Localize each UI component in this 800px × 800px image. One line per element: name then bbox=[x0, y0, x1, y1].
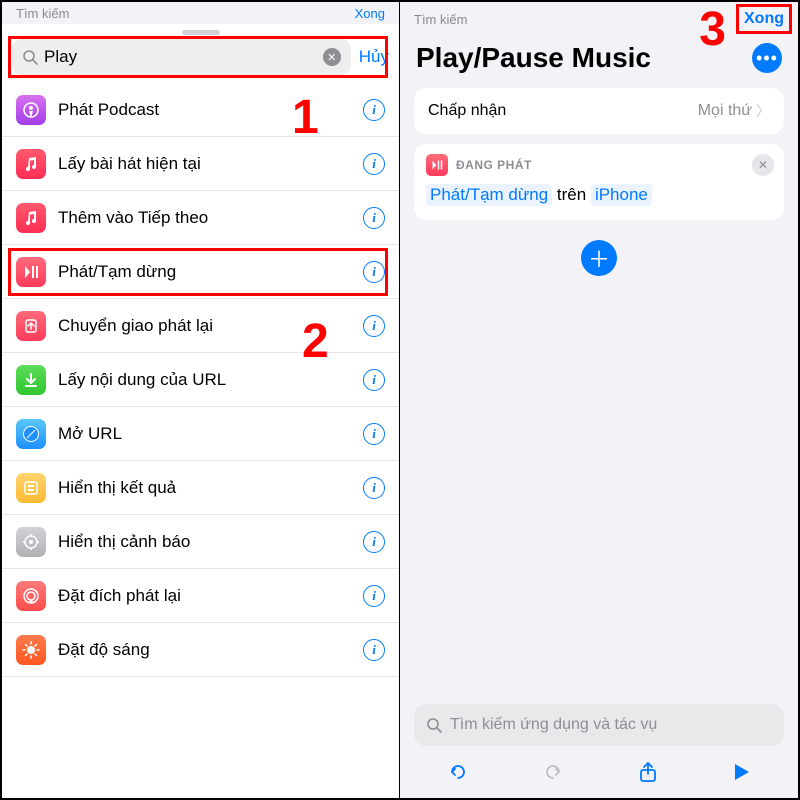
action-header: ĐANG PHÁT bbox=[456, 158, 532, 172]
play-pause-icon bbox=[426, 154, 448, 176]
action-label: Phát Podcast bbox=[58, 100, 351, 120]
accept-value: Mọi thứ bbox=[698, 102, 752, 120]
info-icon[interactable]: i bbox=[363, 531, 385, 553]
info-icon[interactable]: i bbox=[363, 315, 385, 337]
action-label: Phát/Tạm dừng bbox=[58, 262, 351, 282]
done-label-peek: Xong bbox=[355, 6, 385, 21]
back-label-peek: Tìm kiếm bbox=[414, 12, 467, 27]
sheet-grabber[interactable] bbox=[182, 30, 220, 35]
action-label: Đặt độ sáng bbox=[58, 640, 351, 660]
shortcut-editor-panel: Tìm kiếm Xong Play/Pause Music ••• Chấp … bbox=[400, 2, 798, 798]
action-row-get-url-contents[interactable]: Lấy nội dung của URL i bbox=[2, 353, 399, 407]
action-row-show-alert[interactable]: Hiển thị cảnh báo i bbox=[2, 515, 399, 569]
bottom-search-placeholder: Tìm kiếm ứng dụng và tác vụ bbox=[450, 716, 657, 734]
results-icon bbox=[16, 473, 46, 503]
play-pause-icon bbox=[16, 257, 46, 287]
more-button[interactable]: ••• bbox=[752, 43, 782, 73]
redo-button bbox=[542, 761, 564, 783]
info-icon[interactable]: i bbox=[363, 585, 385, 607]
clear-search-icon[interactable]: ✕ bbox=[323, 48, 341, 66]
nav-bar: Tìm kiếm Xong bbox=[400, 2, 798, 32]
safari-icon bbox=[16, 419, 46, 449]
param-operation[interactable]: Phát/Tạm dừng bbox=[426, 184, 552, 206]
action-label: Thêm vào Tiếp theo bbox=[58, 208, 351, 228]
action-label: Chuyển giao phát lại bbox=[58, 316, 351, 336]
airplay-icon bbox=[16, 581, 46, 611]
search-input[interactable] bbox=[44, 47, 317, 67]
shortcut-title[interactable]: Play/Pause Music bbox=[416, 42, 742, 74]
action-label: Mở URL bbox=[58, 424, 351, 444]
accept-label: Chấp nhận bbox=[428, 102, 698, 120]
info-icon[interactable]: i bbox=[363, 639, 385, 661]
action-row-podcast[interactable]: Phát Podcast i bbox=[2, 83, 399, 137]
action-search-panel: Tìm kiếm Xong ✕ Hủy Phát Podcast i Lấy b bbox=[2, 2, 400, 798]
add-action-button[interactable]: ＋ bbox=[581, 240, 617, 276]
action-list[interactable]: Phát Podcast i Lấy bài hát hiện tại i Th… bbox=[2, 83, 399, 798]
action-row-open-url[interactable]: Mở URL i bbox=[2, 407, 399, 461]
param-device[interactable]: iPhone bbox=[591, 184, 652, 206]
bottom-toolbar bbox=[400, 752, 798, 798]
title-row: Play/Pause Music ••• bbox=[400, 32, 798, 88]
info-icon[interactable]: i bbox=[363, 99, 385, 121]
action-connector: trên bbox=[557, 185, 586, 204]
search-icon bbox=[22, 49, 38, 65]
done-button[interactable]: Xong bbox=[744, 10, 784, 28]
info-icon[interactable]: i bbox=[363, 207, 385, 229]
search-icon bbox=[426, 717, 442, 733]
run-button[interactable] bbox=[731, 762, 751, 782]
action-label: Lấy bài hát hiện tại bbox=[58, 154, 351, 174]
search-sheet: ✕ Hủy Phát Podcast i Lấy bài hát hiện tạ… bbox=[2, 24, 399, 798]
action-row-play-pause[interactable]: Phát/Tạm dừng i bbox=[2, 245, 399, 299]
action-row-add-next[interactable]: Thêm vào Tiếp theo i bbox=[2, 191, 399, 245]
action-row-brightness[interactable]: Đặt độ sáng i bbox=[2, 623, 399, 677]
action-label: Hiển thị cảnh báo bbox=[58, 532, 351, 552]
action-row-show-result[interactable]: Hiển thị kết quả i bbox=[2, 461, 399, 515]
search-field[interactable]: ✕ bbox=[12, 39, 351, 75]
brightness-icon bbox=[16, 635, 46, 665]
share-button[interactable] bbox=[638, 761, 658, 783]
download-icon bbox=[16, 365, 46, 395]
action-row-handoff[interactable]: Chuyển giao phát lại i bbox=[2, 299, 399, 353]
cancel-button[interactable]: Hủy bbox=[359, 47, 389, 67]
info-icon[interactable]: i bbox=[363, 423, 385, 445]
gear-icon bbox=[16, 527, 46, 557]
info-icon[interactable]: i bbox=[363, 369, 385, 391]
action-row-current-song[interactable]: Lấy bài hát hiện tại i bbox=[2, 137, 399, 191]
podcast-icon bbox=[16, 95, 46, 125]
music-note-icon bbox=[16, 149, 46, 179]
action-label: Hiển thị kết quả bbox=[58, 478, 351, 498]
action-body: Phát/Tạm dừng trên iPhone bbox=[426, 184, 772, 206]
info-icon[interactable]: i bbox=[363, 153, 385, 175]
action-label: Đặt đích phát lại bbox=[58, 586, 351, 606]
action-card[interactable]: ĐANG PHÁT ✕ Phát/Tạm dừng trên iPhone bbox=[414, 144, 784, 220]
info-icon[interactable]: i bbox=[363, 261, 385, 283]
search-row: ✕ Hủy bbox=[2, 39, 399, 83]
music-note-icon bbox=[16, 203, 46, 233]
undo-button[interactable] bbox=[447, 761, 469, 783]
action-label: Lấy nội dung của URL bbox=[58, 370, 351, 390]
remove-action-icon[interactable]: ✕ bbox=[752, 154, 774, 176]
accept-card[interactable]: Chấp nhận Mọi thứ 〉 bbox=[414, 88, 784, 134]
back-label-peek: Tìm kiếm bbox=[16, 6, 69, 21]
action-row-playback-dest[interactable]: Đặt đích phát lại i bbox=[2, 569, 399, 623]
background-nav-peek: Tìm kiếm Xong bbox=[2, 2, 399, 24]
chevron-right-icon: 〉 bbox=[756, 101, 770, 121]
bottom-search-field[interactable]: Tìm kiếm ứng dụng và tác vụ bbox=[414, 704, 784, 746]
info-icon[interactable]: i bbox=[363, 477, 385, 499]
handoff-icon bbox=[16, 311, 46, 341]
